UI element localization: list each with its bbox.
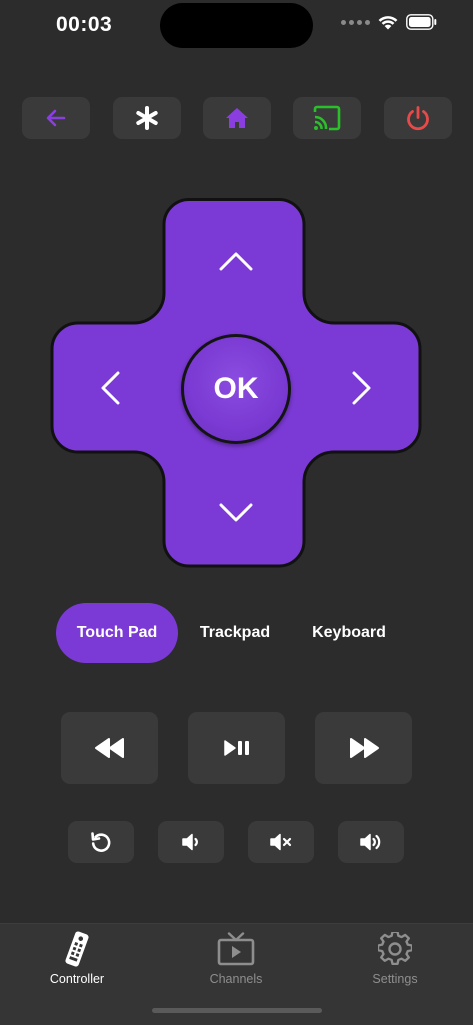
home-button[interactable]	[203, 97, 271, 139]
options-button[interactable]	[113, 97, 181, 139]
home-icon	[226, 108, 248, 128]
tab-channels-label: Channels	[209, 972, 263, 986]
chevron-down-icon	[219, 503, 253, 522]
mute-button[interactable]	[248, 821, 314, 863]
chevron-right-icon	[352, 371, 371, 405]
replay-icon	[91, 832, 111, 852]
fast-forward-icon	[349, 738, 379, 758]
power-button[interactable]	[384, 97, 452, 139]
top-button-row	[22, 97, 452, 139]
mode-tab-keyboard[interactable]: Keyboard	[292, 603, 406, 663]
wifi-icon	[378, 16, 398, 30]
volume-down-icon	[182, 833, 198, 851]
fast-forward-button[interactable]	[315, 712, 412, 784]
power-icon	[407, 106, 429, 131]
cast-icon	[313, 105, 341, 131]
arrow-left-icon	[46, 109, 66, 127]
tab-controller[interactable]: Controller	[17, 930, 137, 986]
gear-icon	[378, 932, 412, 965]
dpad-left-button[interactable]	[70, 333, 150, 443]
status-time: 00:03	[56, 13, 113, 36]
home-indicator	[152, 1008, 322, 1013]
dpad-down-button[interactable]	[176, 478, 296, 548]
ok-button[interactable]: OK	[181, 334, 291, 444]
dpad-right-button[interactable]	[322, 333, 402, 443]
cellular-signal-icon	[341, 19, 370, 25]
tab-settings-label: Settings	[372, 972, 418, 986]
dynamic-island	[160, 3, 313, 48]
play-pause-button[interactable]	[188, 712, 285, 784]
asterisk-icon	[136, 106, 158, 130]
mode-tab-trackpad[interactable]: Trackpad	[178, 603, 292, 663]
status-indicators	[341, 14, 437, 30]
tv-icon	[217, 932, 255, 966]
tab-controller-label: Controller	[49, 972, 105, 986]
battery-icon	[406, 14, 437, 30]
mute-icon	[270, 833, 292, 851]
rewind-icon	[94, 738, 124, 758]
mode-tab-touch-pad[interactable]: Touch Pad	[56, 603, 178, 663]
cast-button[interactable]	[293, 97, 361, 139]
chevron-up-icon	[219, 252, 253, 271]
replay-button[interactable]	[68, 821, 134, 863]
input-mode-tabs: Touch Pad Trackpad Keyboard	[56, 603, 416, 663]
volume-down-button[interactable]	[158, 821, 224, 863]
volume-up-button[interactable]	[338, 821, 404, 863]
remote-icon	[65, 931, 89, 967]
dpad: OK	[50, 198, 422, 568]
tab-channels[interactable]: Channels	[176, 930, 296, 986]
tab-settings[interactable]: Settings	[335, 930, 455, 986]
back-button[interactable]	[22, 97, 90, 139]
rewind-button[interactable]	[61, 712, 158, 784]
dpad-up-button[interactable]	[176, 226, 296, 296]
chevron-left-icon	[101, 371, 120, 405]
status-bar: 00:03	[0, 0, 473, 52]
play-pause-icon	[223, 740, 249, 756]
volume-up-icon	[360, 833, 381, 851]
